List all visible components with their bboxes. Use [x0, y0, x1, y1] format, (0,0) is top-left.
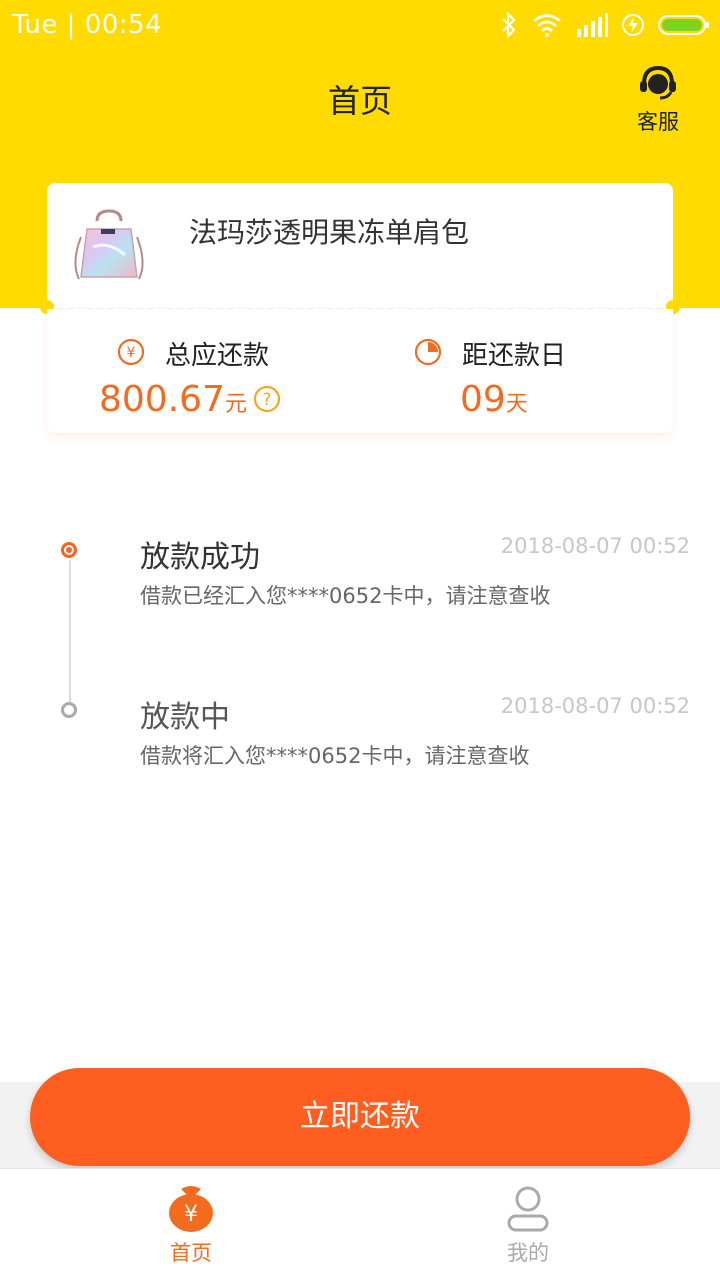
product-image — [73, 207, 151, 285]
timeline-title-loan-success: 放款成功 — [140, 540, 260, 575]
yen-circle-icon: ¥ — [117, 338, 145, 370]
days-until-due-header: 距还款日 — [360, 331, 673, 371]
tab-home[interactable]: ¥ 首页 — [131, 1183, 251, 1267]
status-time: Tue | 00:54 — [12, 10, 163, 40]
customer-service-label: 客服 — [637, 110, 679, 134]
total-repayment-value-row: 800.67元 ? — [47, 377, 360, 427]
page-title: 首页 — [327, 82, 392, 120]
timeline-dot-done — [61, 542, 77, 558]
total-repayment-label: 总应还款 — [165, 341, 270, 371]
timeline-desc-loan-success: 借款已经汇入您****0652卡中，请注意查收 — [140, 584, 551, 608]
bottom-tab-bar: ¥ 首页 我的 — [0, 1168, 720, 1281]
svg-text:?: ? — [262, 390, 271, 410]
days-until-due-value-row: 09天 — [360, 377, 673, 427]
timeline-connector — [69, 560, 71, 710]
total-repayment-value: 800.67元 — [99, 379, 247, 420]
days-until-due-label: 距还款日 — [462, 341, 567, 371]
total-repayment-unit: 元 — [224, 392, 247, 417]
timeline-desc-loan-pending: 借款将汇入您****0652卡中，请注意查收 — [140, 744, 530, 768]
battery-icon — [658, 13, 710, 37]
wifi-icon — [532, 13, 562, 37]
timeline-dot-pending — [61, 702, 77, 718]
signal-icon — [576, 13, 608, 37]
repayment-summary-card: ¥ 总应还款 800.67元 ? 距还款日 09天 — [47, 309, 673, 433]
timeline-title-loan-pending: 放款中 — [140, 700, 230, 735]
svg-text:¥: ¥ — [184, 1202, 198, 1227]
timeline-time-loan-pending: 2018-08-07 00:52 — [500, 694, 690, 718]
help-icon[interactable]: ? — [253, 385, 281, 417]
total-repayment-amount: 800.67 — [99, 379, 225, 420]
tab-mine-label: 我的 — [507, 1241, 549, 1265]
timeline-time-loan-success: 2018-08-07 00:52 — [500, 534, 690, 558]
product-card[interactable]: 法玛莎透明果冻单肩包 — [47, 183, 673, 309]
charging-icon — [622, 13, 644, 37]
product-name: 法玛莎透明果冻单肩包 — [189, 216, 470, 249]
days-until-due-unit: 天 — [505, 392, 528, 417]
bluetooth-icon — [500, 12, 518, 38]
total-repayment-header: ¥ 总应还款 — [47, 331, 360, 371]
tab-mine[interactable]: 我的 — [468, 1183, 588, 1267]
user-icon — [468, 1183, 588, 1233]
days-until-due-number: 09 — [460, 379, 506, 420]
days-until-due-value: 09天 — [460, 379, 528, 420]
status-bar: Tue | 00:54 — [0, 0, 720, 52]
money-bag-icon: ¥ — [131, 1183, 251, 1233]
svg-text:¥: ¥ — [127, 345, 136, 361]
pie-clock-icon — [414, 338, 442, 370]
tab-home-label: 首页 — [170, 1241, 212, 1265]
repay-now-button[interactable]: 立即还款 — [30, 1068, 690, 1166]
customer-service-button[interactable]: 客服 — [634, 64, 682, 136]
headset-icon — [638, 65, 678, 104]
status-icons — [500, 10, 710, 40]
